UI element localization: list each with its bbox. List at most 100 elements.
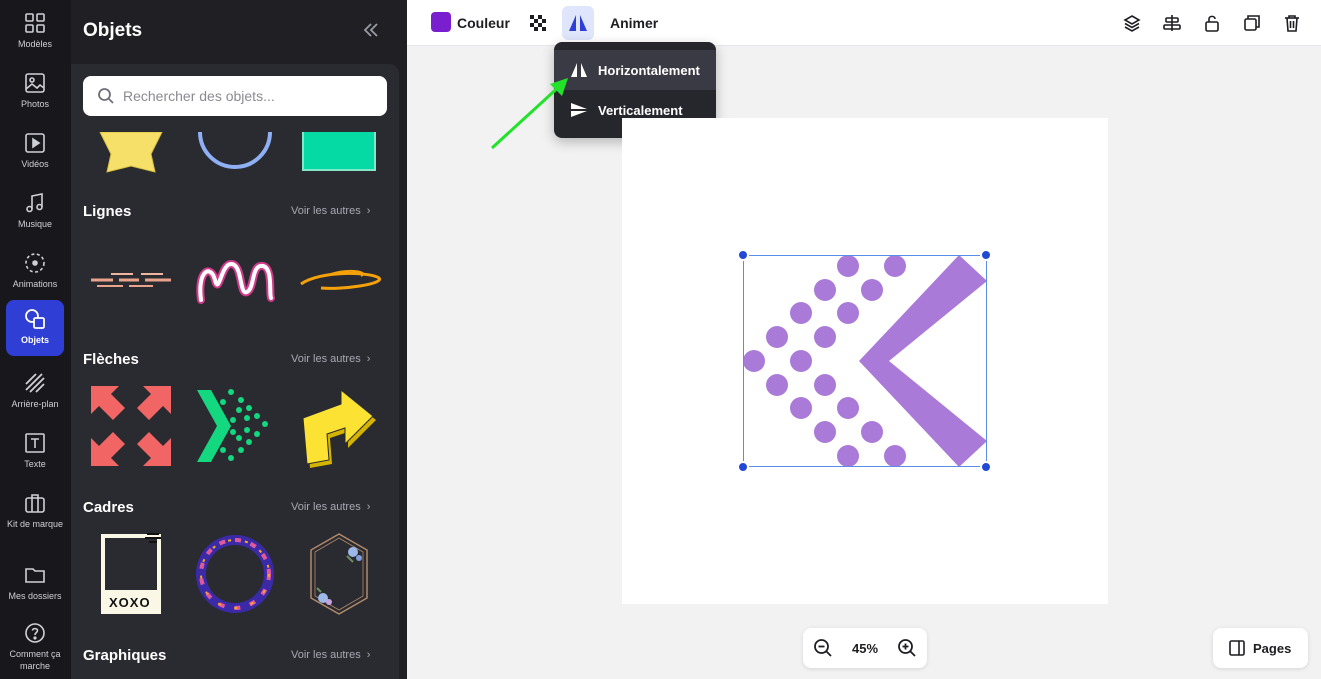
rail-item-help[interactable]: Comment ça marche (6, 614, 64, 676)
see-more-label: Voir les autres (291, 501, 361, 513)
objects-panel: Objets Lignes Voir les autres› Flèche (71, 0, 407, 679)
templates-grid-icon (25, 13, 45, 33)
collapse-panel-button[interactable] (359, 18, 383, 42)
rail-item-background[interactable]: Arrière-plan (6, 364, 64, 420)
rail-item-photos[interactable]: Photos (6, 64, 64, 120)
see-more-label: Voir les autres (291, 205, 361, 217)
rectangle-shape-thumb[interactable] (291, 132, 387, 176)
circle-outline-thumb[interactable] (187, 132, 283, 176)
animate-label: Animer (610, 15, 659, 31)
rail-label: Photos (20, 99, 50, 109)
selection-box (743, 255, 987, 467)
rail-item-objects[interactable]: Objets (6, 300, 64, 356)
resize-handle-bottom-right[interactable] (980, 461, 992, 473)
rail-label: Arrière-plan (11, 399, 59, 409)
chevron-right-icon: › (366, 649, 371, 661)
polaroid-frame-thumb[interactable]: XOXO (83, 526, 179, 622)
delete-button[interactable] (1279, 6, 1305, 40)
see-more-lines-link[interactable]: Voir les autres › (291, 205, 370, 217)
frame-caption-text: XOXO (109, 595, 151, 610)
chevron-right-icon: › (366, 205, 371, 217)
duplicate-button[interactable] (1239, 6, 1265, 40)
double-chevron-left-icon (363, 23, 378, 37)
3d-turn-arrow-thumb[interactable] (291, 378, 387, 474)
rail-label: Objets (20, 335, 49, 345)
objects-list[interactable]: Lignes Voir les autres › Flèches Voir les… (71, 64, 399, 679)
flip-horizontal-option[interactable]: Horizontalement (554, 50, 716, 90)
unlock-icon (1205, 15, 1219, 32)
duplicate-icon (1244, 15, 1260, 31)
rail-item-music[interactable]: Musique (6, 184, 64, 240)
search-input[interactable] (123, 76, 379, 116)
lock-button[interactable] (1199, 6, 1225, 40)
transparency-button[interactable] (523, 6, 553, 40)
search-box[interactable] (83, 76, 387, 116)
rail-item-my-folders[interactable]: Mes dossiers (6, 556, 64, 612)
chevron-right-icon: › (366, 501, 371, 513)
trash-icon (1285, 15, 1299, 32)
photo-icon (25, 73, 45, 93)
rail-item-text[interactable]: Texte (6, 424, 64, 480)
folder-icon (25, 568, 45, 583)
color-button[interactable]: Couleur (425, 6, 535, 40)
rail-item-animations[interactable]: Animations (6, 244, 64, 300)
section-title-graphics: Graphiques (83, 647, 167, 664)
layers-button[interactable] (1119, 6, 1145, 40)
zoom-level[interactable]: 45% (843, 641, 887, 656)
music-note-icon (26, 193, 43, 213)
help-circle-icon (25, 623, 45, 643)
see-more-graphics-link[interactable]: Voir les autres › (291, 649, 370, 661)
rail-label: Musique (17, 219, 53, 229)
flip-horizontal-icon (569, 15, 587, 31)
pages-label: Pages (1253, 641, 1292, 656)
checkerboard-icon (530, 15, 546, 31)
layers-icon (1123, 15, 1141, 32)
flip-button[interactable] (562, 6, 594, 40)
align-center-icon (1163, 15, 1181, 31)
dashed-line-thumb[interactable] (83, 230, 179, 326)
align-button[interactable] (1159, 6, 1185, 40)
section-title-frames: Cadres (83, 499, 134, 516)
see-more-frames-link[interactable]: Voir les autres › (291, 501, 370, 513)
rail-label: Mes dossiers (8, 591, 62, 601)
resize-handle-top-left[interactable] (737, 249, 749, 261)
color-swatch (431, 12, 451, 32)
shapes-icon (25, 309, 45, 329)
hexagon-floral-frame-thumb[interactable] (291, 526, 387, 622)
zoom-control: 45% (803, 628, 927, 668)
animation-circle-icon (25, 253, 45, 273)
rail-label: Modèles (17, 39, 53, 49)
panel-title: Objets (83, 20, 143, 41)
star-shape-thumb[interactable] (83, 132, 179, 176)
zoom-out-icon[interactable] (813, 638, 833, 658)
background-stripes-icon (25, 373, 45, 393)
rail-label: Comment ça marche (9, 649, 61, 671)
zoom-in-icon[interactable] (897, 638, 917, 658)
annotation-arrow (490, 78, 568, 150)
color-label: Couleur (457, 15, 510, 31)
expand-arrows-thumb[interactable] (83, 378, 179, 474)
rail-item-videos[interactable]: Vidéos (6, 124, 64, 180)
flip-vertical-label: Verticalement (598, 103, 683, 118)
section-title-arrows: Flèches (83, 351, 139, 368)
resize-handle-bottom-left[interactable] (737, 461, 749, 473)
floral-ring-frame-thumb[interactable] (187, 526, 283, 622)
pages-panel-icon (1229, 640, 1245, 656)
resize-handle-top-right[interactable] (980, 249, 992, 261)
rail-item-brand-kit[interactable]: Kit de marque (6, 484, 64, 546)
top-toolbar: Couleur Animer (407, 0, 1321, 46)
animate-button[interactable]: Animer (603, 6, 663, 40)
dotted-chevron-arrow-thumb[interactable] (187, 378, 283, 474)
panel-scrollbar[interactable] (399, 64, 407, 679)
rail-label: Vidéos (21, 159, 49, 169)
rail-label: Texte (24, 459, 46, 469)
section-title-lines: Lignes (83, 203, 132, 220)
swoosh-line-thumb[interactable] (291, 230, 387, 326)
see-more-arrows-link[interactable]: Voir les autres › (291, 353, 370, 365)
see-more-label: Voir les autres (291, 353, 361, 365)
pages-button[interactable]: Pages (1213, 628, 1308, 668)
rail-label: Kit de marque (6, 519, 64, 529)
briefcase-icon (25, 494, 45, 513)
rail-item-templates[interactable]: Modèles (6, 4, 64, 60)
wavy-line-thumb[interactable] (187, 230, 283, 326)
